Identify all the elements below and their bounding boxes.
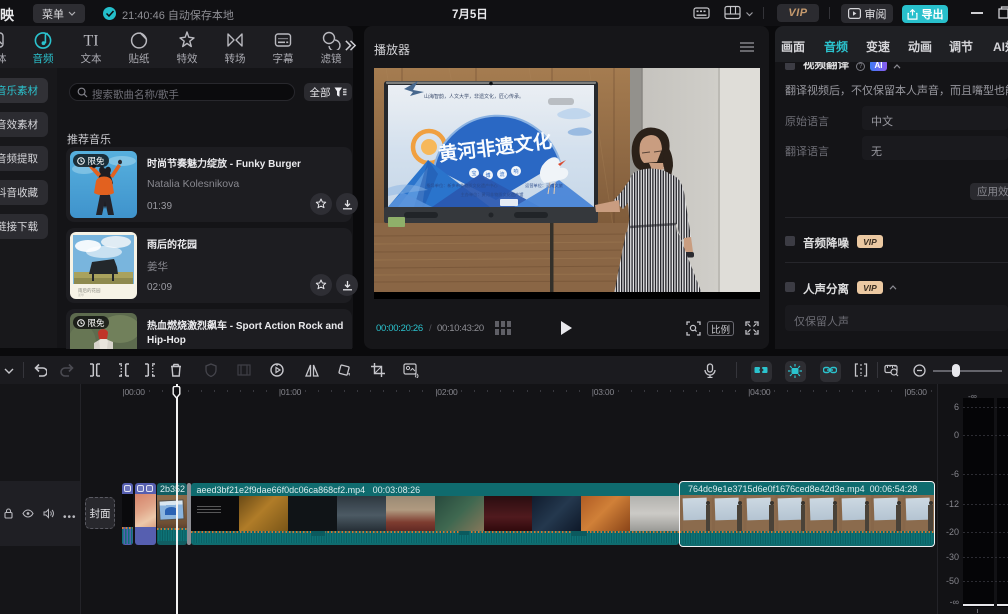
svg-text:宝: 宝	[471, 170, 476, 177]
svg-text:运营单位：河南文旅: 运营单位：河南文旅	[525, 182, 564, 189]
svg-text:响: 响	[513, 168, 518, 175]
svg-text:主办单位：黄河非物质文化遗产馆: 主办单位：黄河非物质文化遗产馆	[461, 191, 524, 198]
svg-text:山海智韵，人文大学，非遗文化，匠心传承。: 山海智韵，人文大学，非遗文化，匠心传承。	[424, 93, 524, 100]
svg-text:流: 流	[499, 171, 504, 178]
svg-text:TI: TI	[83, 33, 98, 50]
svg-text:姜华: 姜华	[78, 292, 84, 297]
svg-text:指导单位：新乡市非物质文化遗产中心: 指导单位：新乡市非物质文化遗产中心	[426, 182, 498, 189]
